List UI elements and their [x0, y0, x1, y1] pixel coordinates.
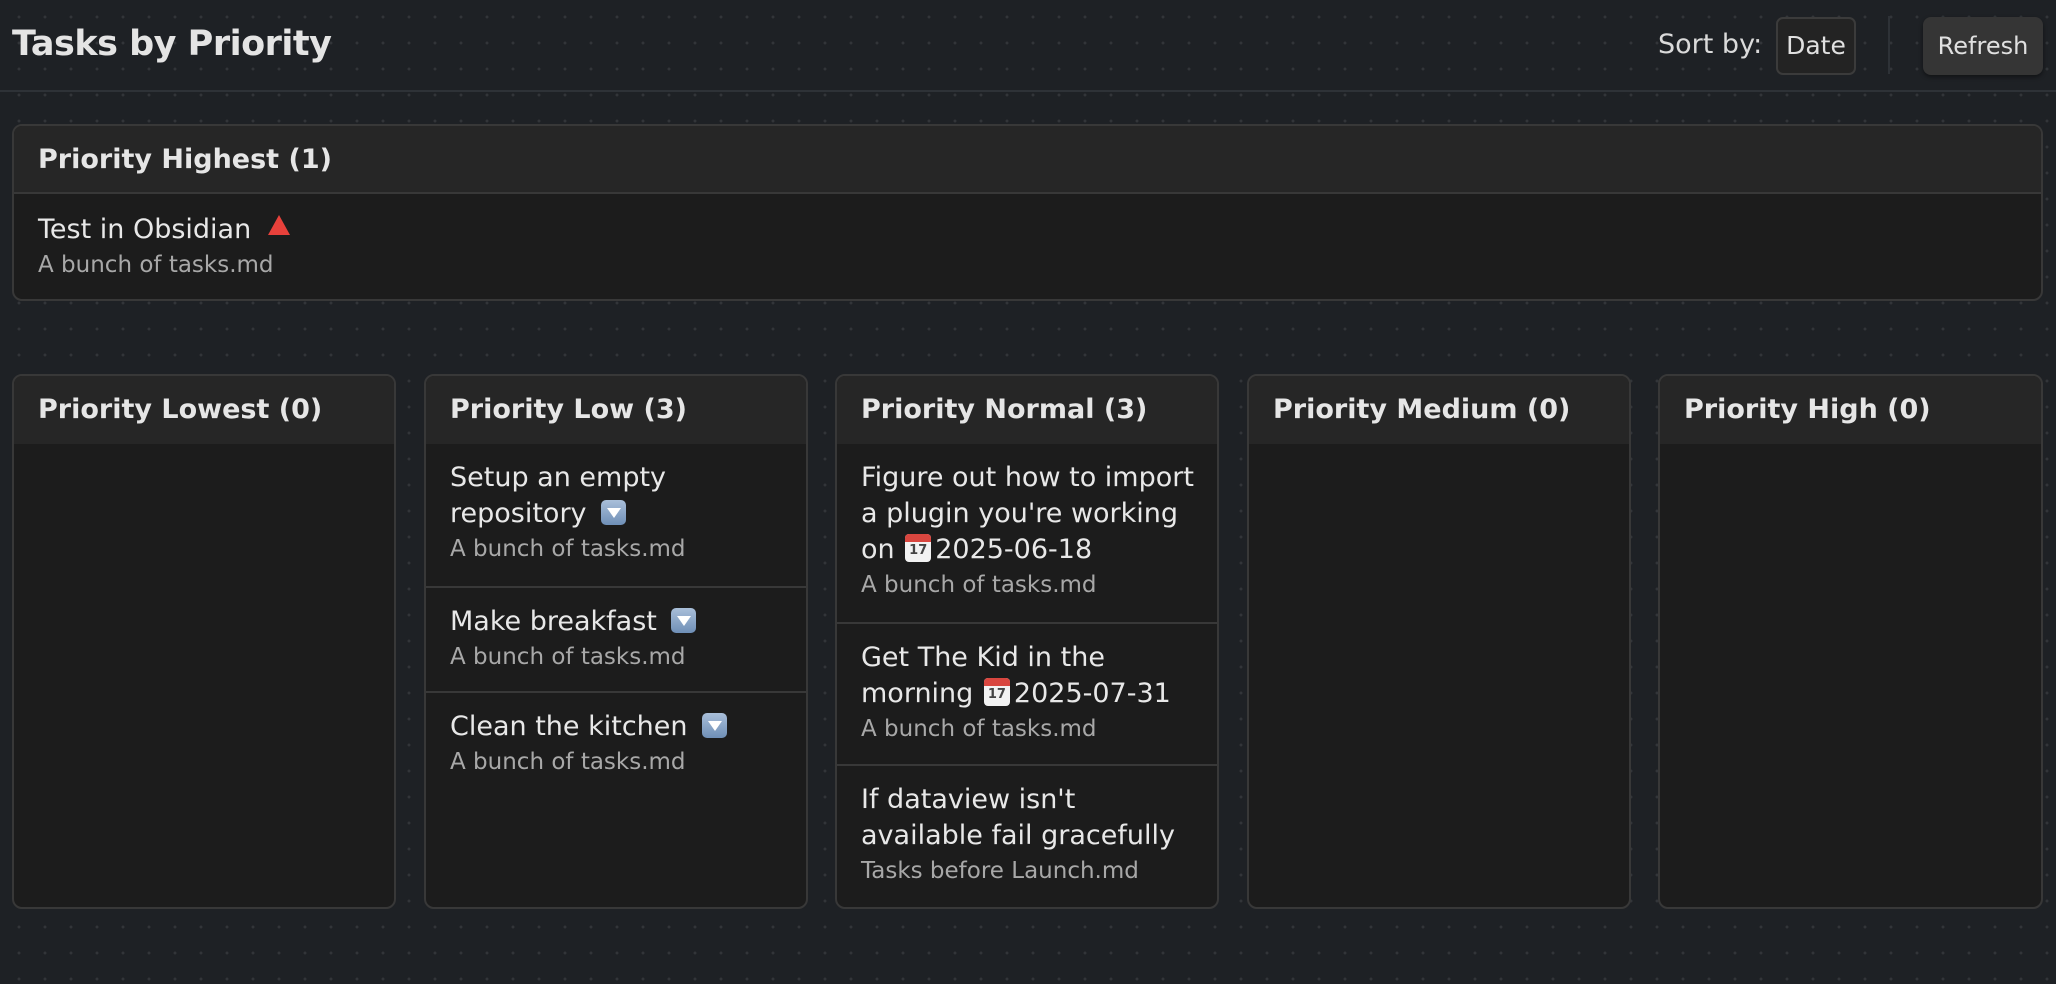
red-triangle-up-icon [267, 215, 290, 235]
page-title: Tasks by Priority [12, 24, 332, 64]
group-title: Priority Highest (1) [14, 126, 2041, 194]
task-title: If dataview isn't available fail gracefu… [861, 784, 1175, 851]
task-file[interactable]: A bunch of tasks.md [861, 570, 1203, 600]
sort-dropdown[interactable]: Date [1776, 17, 1856, 75]
task-file[interactable]: Tasks before Launch.md [861, 856, 1203, 886]
task-file[interactable]: A bunch of tasks.md [450, 534, 792, 564]
task-item[interactable]: Clean the kitchen A bunch of tasks.md [426, 691, 806, 791]
priority-low-column: Priority Low (3) Setup an empty reposito… [424, 374, 808, 909]
task-item[interactable]: Setup an empty repository A bunch of tas… [426, 444, 806, 586]
task-file[interactable]: A bunch of tasks.md [861, 714, 1203, 744]
sort-label: Sort by: [1658, 29, 1763, 60]
column-title: Priority Lowest (0) [14, 376, 394, 444]
task-file[interactable]: A bunch of tasks.md [38, 250, 2027, 280]
calendar-icon [983, 678, 1010, 706]
priority-lowest-column: Priority Lowest (0) [12, 374, 396, 909]
task-file[interactable]: A bunch of tasks.md [450, 642, 792, 672]
calendar-icon [905, 534, 932, 562]
task-title: Test in Obsidian [38, 214, 260, 245]
priority-high-column: Priority High (0) [1658, 374, 2043, 909]
toolbar: Tasks by Priority Sort by: Date Refresh [0, 0, 2056, 92]
down-arrow-button-icon [702, 713, 728, 738]
priority-normal-column: Priority Normal (3) Figure out how to im… [835, 374, 1219, 909]
priority-highest-group: Priority Highest (1) Test in Obsidian A … [12, 124, 2043, 301]
task-due-date: 2025-06-18 [935, 534, 1093, 565]
task-item[interactable]: Make breakfast A bunch of tasks.md [426, 586, 806, 691]
refresh-button[interactable]: Refresh [1923, 17, 2043, 75]
task-item[interactable]: Figure out how to import a plugin you're… [837, 444, 1217, 622]
task-due-date: 2025-07-31 [1013, 678, 1171, 709]
down-arrow-button-icon [601, 500, 627, 525]
column-title: Priority High (0) [1660, 376, 2041, 444]
toolbar-divider [1888, 16, 1890, 74]
down-arrow-button-icon [671, 608, 697, 633]
task-file[interactable]: A bunch of tasks.md [450, 747, 792, 777]
task-title: Setup an empty repository [450, 462, 667, 529]
task-item[interactable]: Get The Kid in the morning 2025-07-31 A … [837, 622, 1217, 764]
task-title: Clean the kitchen [450, 711, 697, 742]
priority-medium-column: Priority Medium (0) [1247, 374, 1631, 909]
column-title: Priority Normal (3) [837, 376, 1217, 444]
column-title: Priority Medium (0) [1249, 376, 1629, 444]
column-title: Priority Low (3) [426, 376, 806, 444]
task-title: Make breakfast [450, 606, 666, 637]
task-item[interactable]: Test in Obsidian A bunch of tasks.md [14, 194, 2041, 292]
task-item[interactable]: If dataview isn't available fail gracefu… [837, 764, 1217, 905]
